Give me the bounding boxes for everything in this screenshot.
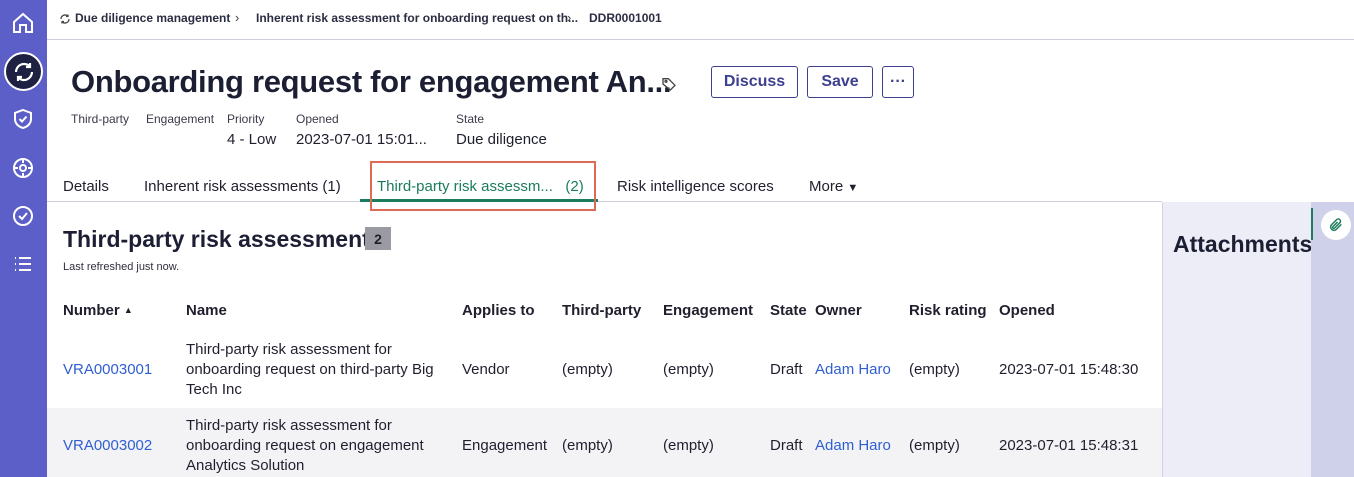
breadcrumb-item-record: DDR0001001	[589, 11, 662, 25]
section-title: Third-party risk assessments	[63, 226, 383, 252]
owner-link[interactable]: Adam Haro	[815, 436, 891, 456]
state-value: Draft	[770, 361, 803, 378]
tab-highlight-box	[370, 161, 596, 211]
list-icon[interactable]	[8, 249, 38, 279]
opened-value: 2023-07-01 15:48:31	[999, 437, 1139, 454]
state-value: Draft	[770, 437, 803, 454]
tab-more-label: More	[809, 178, 844, 195]
column-header-state[interactable]: State	[770, 302, 807, 319]
attachments-toggle-button[interactable]	[1321, 210, 1351, 240]
shield-check-icon[interactable]	[8, 104, 38, 134]
opened-label: Opened	[296, 112, 339, 126]
opened-value: 2023-07-01 15:01...	[296, 131, 427, 148]
record-number-link[interactable]: VRA0003001	[63, 360, 152, 380]
discuss-button[interactable]: Discuss	[711, 66, 798, 98]
tabs-divider	[47, 201, 1162, 202]
gear-group-icon[interactable]	[8, 153, 38, 183]
engagement-label: Engagement	[146, 112, 215, 126]
page-title: Onboarding request for engagement An...	[71, 64, 672, 99]
check-circle-icon[interactable]	[8, 201, 38, 231]
third-party-value: (empty)	[562, 361, 613, 378]
applies-to-value: Vendor	[462, 361, 510, 378]
tab-inherent-risk-assessments[interactable]: Inherent risk assessments (1)	[144, 178, 341, 195]
count-badge: 2	[365, 227, 391, 250]
record-name: Third-party risk assessment for onboardi…	[186, 417, 424, 474]
column-header-third-party[interactable]: Third-party	[562, 302, 641, 319]
chevron-right-icon: ›	[567, 10, 572, 25]
right-sidebar-strip	[1311, 202, 1354, 477]
paperclip-icon	[1329, 218, 1342, 232]
engagement-value: (empty)	[663, 361, 714, 378]
tab-risk-intelligence-scores[interactable]: Risk intelligence scores	[617, 178, 774, 195]
caret-down-icon: ▼	[847, 182, 859, 194]
owner-link[interactable]: Adam Haro	[815, 360, 891, 380]
chevron-right-icon: ›	[235, 10, 240, 25]
column-header-owner[interactable]: Owner	[815, 302, 862, 319]
record-name: Third-party risk assessment for onboardi…	[186, 341, 434, 398]
breadcrumb-item-inherent-risk[interactable]: Inherent risk assessment for onboarding …	[256, 11, 578, 25]
number-header-label: Number	[63, 302, 120, 319]
engagement-value: (empty)	[663, 437, 714, 454]
save-button[interactable]: Save	[807, 66, 873, 98]
risk-rating-value: (empty)	[909, 437, 960, 454]
risk-rating-value: (empty)	[909, 361, 960, 378]
breadcrumb: Due diligence management › Inherent risk…	[47, 0, 1354, 40]
tag-icon[interactable]	[661, 76, 677, 92]
home-icon[interactable]	[8, 8, 38, 38]
sort-ascending-icon: ▲	[123, 305, 133, 315]
state-label: State	[456, 112, 485, 126]
tab-more[interactable]: More ▼	[809, 178, 858, 195]
left-nav-rail	[0, 0, 47, 477]
tab-details[interactable]: Details	[63, 178, 109, 195]
state-value: Due diligence	[456, 131, 547, 148]
active-panel-marker	[1311, 208, 1313, 240]
priority-label: Priority	[227, 112, 265, 126]
record-number-link[interactable]: VRA0003002	[63, 436, 152, 456]
refresh-icon[interactable]	[4, 52, 43, 91]
third-party-value: (empty)	[562, 437, 613, 454]
column-header-name[interactable]: Name	[186, 302, 227, 319]
third-party-label: Third-party	[71, 112, 130, 126]
priority-value: 4 - Low	[227, 131, 277, 148]
more-actions-button[interactable]: ···	[882, 66, 914, 98]
last-refreshed-text: Last refreshed just now.	[63, 261, 180, 273]
column-header-risk-rating[interactable]: Risk rating	[909, 302, 987, 319]
column-header-engagement[interactable]: Engagement	[663, 302, 753, 319]
column-header-applies-to[interactable]: Applies to	[462, 302, 535, 319]
breadcrumb-item-due-diligence[interactable]: Due diligence management	[75, 11, 230, 25]
attachments-title: Attachments	[1173, 231, 1313, 257]
column-header-opened[interactable]: Opened	[999, 302, 1055, 319]
applies-to-value: Engagement	[462, 437, 548, 454]
column-header-number[interactable]: Number ▲	[63, 302, 133, 319]
breadcrumb-refresh-icon	[60, 14, 70, 24]
opened-value: 2023-07-01 15:48:30	[999, 361, 1139, 378]
